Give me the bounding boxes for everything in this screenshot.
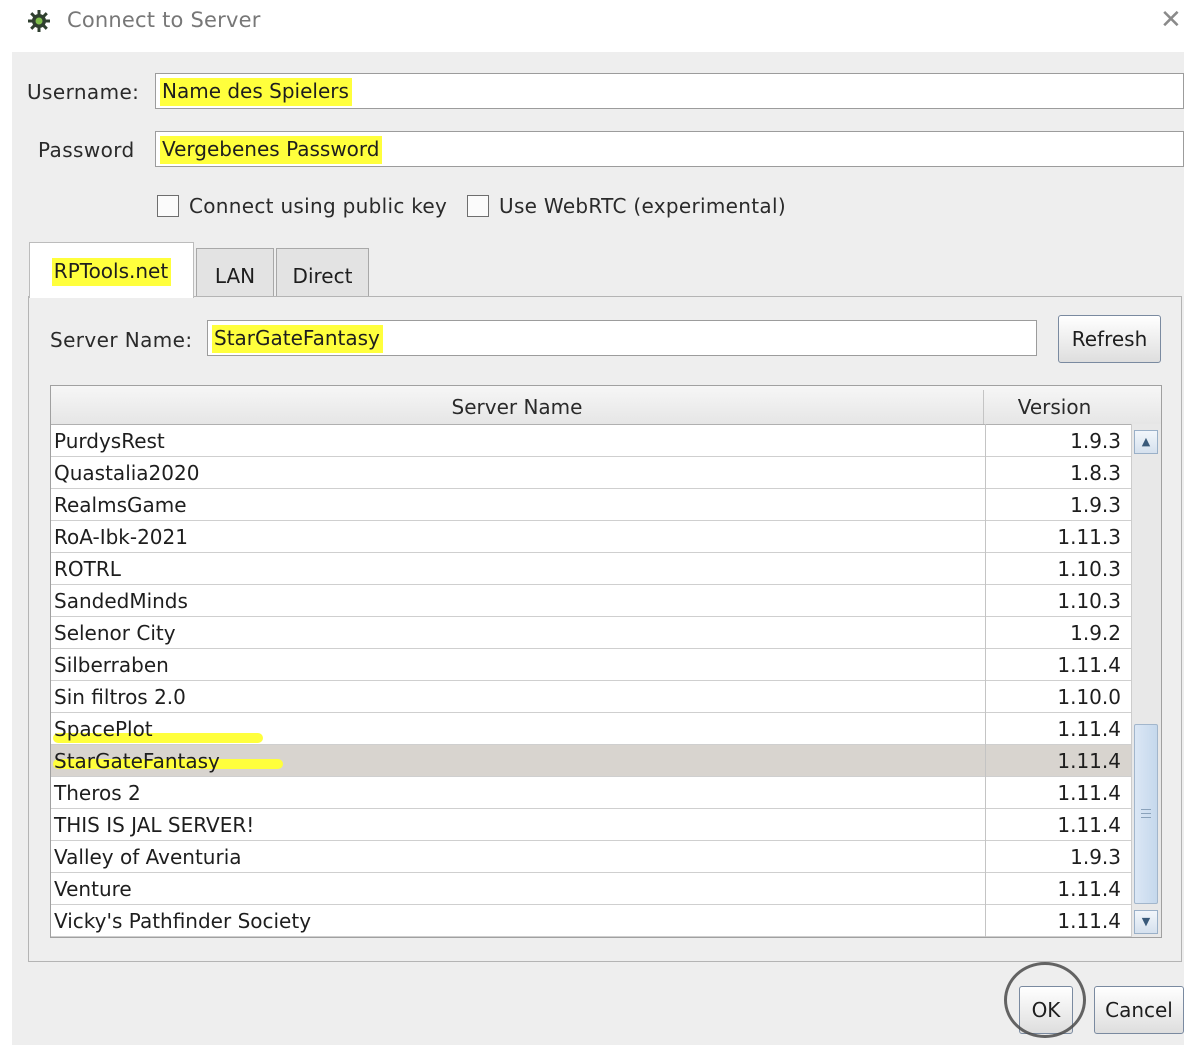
server-name-cell: SandedMinds [54, 589, 188, 613]
version-cell: 1.10.0 [1057, 685, 1121, 709]
server-name-cell: StarGateFantasy [54, 749, 220, 773]
tab-rptools-label: RPTools.net [51, 258, 172, 286]
version-cell: 1.11.4 [1057, 813, 1121, 837]
column-header-version[interactable]: Version [984, 386, 1125, 424]
ok-circle-annotation [1004, 962, 1086, 1038]
server-name-cell: ROTRL [54, 557, 121, 581]
table-row-selected[interactable]: StarGateFantasy 1.11.4 [51, 745, 1133, 777]
table-row[interactable]: RealmsGame 1.9.3 [51, 489, 1133, 521]
table-row[interactable]: THIS IS JAL SERVER! 1.11.4 [51, 809, 1133, 841]
tab-direct[interactable]: Direct [276, 248, 369, 296]
table-row[interactable]: ROTRL 1.10.3 [51, 553, 1133, 585]
password-label: Password [38, 138, 135, 162]
version-cell: 1.11.4 [1057, 909, 1121, 933]
server-name-cell: Valley of Aventuria [54, 845, 242, 869]
public-key-label: Connect using public key [189, 194, 448, 218]
public-key-checkbox[interactable] [157, 195, 179, 217]
table-row[interactable]: RoA-Ibk-2021 1.11.3 [51, 521, 1133, 553]
version-cell: 1.9.2 [1070, 621, 1121, 645]
thumb-grip-line [1141, 817, 1151, 818]
close-icon[interactable]: ✕ [1160, 6, 1182, 34]
table-row[interactable]: Quastalia2020 1.8.3 [51, 457, 1133, 489]
column-divider [985, 424, 986, 937]
server-name-cell: RoA-Ibk-2021 [54, 525, 188, 549]
version-cell: 1.8.3 [1070, 461, 1121, 485]
table-row[interactable]: SpacePlot 1.11.4 [51, 713, 1133, 745]
version-cell: 1.9.3 [1070, 845, 1121, 869]
server-name-cell: Sin filtros 2.0 [54, 685, 186, 709]
version-cell: 1.11.4 [1057, 749, 1121, 773]
table-header: Server Name Version [51, 386, 1161, 425]
table-row[interactable]: Selenor City 1.9.2 [51, 617, 1133, 649]
table-row[interactable]: Valley of Aventuria 1.9.3 [51, 841, 1133, 873]
vertical-scrollbar[interactable]: ▲ ▼ [1131, 424, 1161, 937]
server-table: Server Name Version PurdysRest 1.9.3 Quast… [50, 385, 1162, 938]
webrtc-checkbox[interactable] [467, 195, 489, 217]
tab-lan[interactable]: LAN [196, 248, 274, 296]
webrtc-checkbox-row[interactable]: Use WebRTC (experimental) [467, 194, 786, 218]
version-cell: 1.11.4 [1057, 653, 1121, 677]
refresh-button[interactable]: Refresh [1058, 315, 1161, 363]
table-row[interactable]: Theros 2 1.11.4 [51, 777, 1133, 809]
scrollbar-thumb[interactable] [1134, 724, 1158, 904]
webrtc-label: Use WebRTC (experimental) [499, 194, 786, 218]
scroll-up-icon[interactable]: ▲ [1134, 430, 1158, 454]
version-cell: 1.10.3 [1057, 589, 1121, 613]
title-bar: Connect to Server ✕ [0, 0, 1184, 44]
server-name-cell: THIS IS JAL SERVER! [54, 813, 255, 837]
username-label: Username: [27, 80, 140, 104]
server-name-value: StarGateFantasy [212, 325, 383, 353]
thumb-grip-line [1141, 813, 1151, 814]
server-name-cell: Venture [54, 877, 132, 901]
version-cell: 1.11.4 [1057, 781, 1121, 805]
password-field[interactable]: Vergebenes Password [155, 131, 1184, 167]
server-name-cell: PurdysRest [54, 429, 165, 453]
version-cell: 1.9.3 [1070, 429, 1121, 453]
version-cell: 1.10.3 [1057, 557, 1121, 581]
server-name-cell: Silberraben [54, 653, 169, 677]
column-header-server-name[interactable]: Server Name [51, 386, 983, 424]
window-title: Connect to Server [67, 8, 261, 32]
server-name-field[interactable]: StarGateFantasy [207, 320, 1037, 356]
table-row[interactable]: Sin filtros 2.0 1.10.0 [51, 681, 1133, 713]
password-value: Vergebenes Password [160, 136, 383, 164]
table-row[interactable]: Venture 1.11.4 [51, 873, 1133, 905]
table-row[interactable]: SandedMinds 1.10.3 [51, 585, 1133, 617]
scroll-down-icon[interactable]: ▼ [1134, 910, 1158, 934]
table-row[interactable]: PurdysRest 1.9.3 [51, 425, 1133, 457]
version-cell: 1.9.3 [1070, 493, 1121, 517]
table-row[interactable]: Silberraben 1.11.4 [51, 649, 1133, 681]
server-name-cell: RealmsGame [54, 493, 187, 517]
username-field[interactable]: Name des Spielers [155, 73, 1184, 109]
server-name-cell: SpacePlot [54, 717, 153, 741]
public-key-checkbox-row[interactable]: Connect using public key [157, 194, 447, 218]
server-name-label: Server Name: [50, 328, 193, 352]
server-name-cell: Selenor City [54, 621, 176, 645]
server-name-cell: Vicky's Pathfinder Society [54, 909, 312, 933]
thumb-grip-line [1141, 809, 1151, 810]
version-cell: 1.11.4 [1057, 717, 1121, 741]
table-row[interactable]: Vicky's Pathfinder Society 1.11.4 [51, 905, 1133, 937]
server-name-cell: Theros 2 [54, 781, 141, 805]
version-cell: 1.11.3 [1057, 525, 1121, 549]
tab-rptools[interactable]: RPTools.net [29, 242, 194, 298]
server-name-cell: Quastalia2020 [54, 461, 200, 485]
version-cell: 1.11.4 [1057, 877, 1121, 901]
username-value: Name des Spielers [160, 78, 352, 106]
gear-icon [28, 10, 50, 32]
cancel-button[interactable]: Cancel [1094, 986, 1184, 1034]
